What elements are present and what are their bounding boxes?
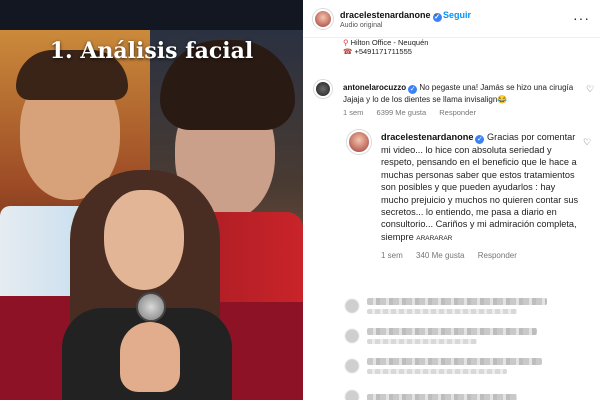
- blurred-comment: [345, 390, 517, 400]
- blurred-line: [367, 393, 517, 400]
- comment-text-line: antonelarocuzzo ✓ No pegaste una! Jamás s…: [343, 82, 579, 105]
- reply-likes[interactable]: 340 Me gusta: [416, 251, 464, 260]
- blurred-comment: [345, 298, 547, 314]
- reply-time: 1 sem: [381, 251, 403, 261]
- presenter-face: [104, 190, 184, 290]
- caption-phone: ☎ +5491171711555: [343, 47, 412, 56]
- caption-location-text: Hilton Office - Neuquén: [350, 38, 429, 47]
- blurred-avatar: [345, 299, 359, 313]
- pin-icon: ⚲: [343, 38, 349, 47]
- header-separator: •: [434, 10, 438, 20]
- comment-username[interactable]: antonelarocuzzo: [343, 83, 406, 92]
- blurred-comment: [345, 328, 537, 344]
- comment-reply-button[interactable]: Responder: [439, 108, 476, 117]
- author-name-line: dracelestenardanone ✓: [340, 10, 442, 22]
- blurred-avatar: [345, 359, 359, 373]
- audio-link[interactable]: Audio original: [340, 22, 382, 29]
- media-top-bar: [0, 0, 303, 30]
- presenter-hand: [120, 322, 180, 392]
- reply-text-tail: ARARARAR: [416, 234, 453, 242]
- blurred-avatar: [345, 390, 359, 400]
- author-avatar[interactable]: [313, 9, 333, 29]
- video-overlay-title: 1. Análisis facial: [49, 38, 254, 64]
- blurred-line: [367, 309, 517, 314]
- reply-meta: 1 sem 340 Me gusta Responder: [381, 251, 581, 260]
- author-username[interactable]: dracelestenardanone: [340, 10, 431, 20]
- comment-likes[interactable]: 6399 Me gusta: [377, 108, 427, 117]
- reply-avatar[interactable]: [347, 130, 371, 154]
- microphone: [136, 292, 166, 322]
- blurred-avatar: [345, 329, 359, 343]
- video-frame[interactable]: [0, 30, 303, 400]
- blurred-text: [359, 328, 537, 344]
- post-media[interactable]: 1. Análisis facial: [0, 0, 303, 400]
- comment-time: 1 sem: [343, 108, 364, 117]
- blurred-text: [359, 358, 542, 374]
- blurred-line: [367, 328, 537, 335]
- comment-meta: 1 sem 6399 Me gusta Responder: [343, 108, 579, 117]
- blurred-line: [367, 358, 542, 365]
- reply-username[interactable]: dracelestenardanone: [381, 132, 473, 142]
- instagram-post-view: 1. Análisis facial dracelestenardanone ✓ …: [0, 0, 600, 400]
- caption-phone-text: +5491171711555: [354, 47, 412, 56]
- post-header: dracelestenardanone ✓ • Seguir Audio orig…: [303, 0, 600, 38]
- reply-body: dracelestenardanone ✓ Gracias por comenta…: [381, 131, 581, 260]
- caption-location: ⚲ Hilton Office - Neuquén: [343, 38, 428, 47]
- like-heart-icon[interactable]: ♡: [586, 84, 594, 95]
- like-heart-icon[interactable]: ♡: [583, 137, 591, 148]
- blurred-text: [359, 298, 547, 314]
- reply-text: Gracias por comentar mi video... lo hice…: [381, 132, 579, 242]
- blurred-line: [367, 369, 507, 374]
- phone-icon: ☎: [343, 47, 353, 56]
- reply-text-line: dracelestenardanone ✓ Gracias por comenta…: [381, 131, 581, 245]
- blurred-comment: [345, 358, 542, 374]
- comment-avatar[interactable]: [314, 80, 332, 98]
- verified-badge-icon: ✓: [408, 85, 418, 94]
- follow-button[interactable]: Seguir: [443, 10, 471, 20]
- reply-reply-button[interactable]: Responder: [478, 251, 517, 260]
- blurred-line: [367, 339, 477, 344]
- verified-badge-icon: ✓: [475, 135, 485, 144]
- more-options-icon[interactable]: ···: [573, 10, 590, 26]
- blurred-line: [367, 298, 547, 305]
- comment-body: antonelarocuzzo ✓ No pegaste una! Jamás s…: [343, 82, 579, 117]
- comments-panel: dracelestenardanone ✓ • Seguir Audio orig…: [303, 0, 600, 400]
